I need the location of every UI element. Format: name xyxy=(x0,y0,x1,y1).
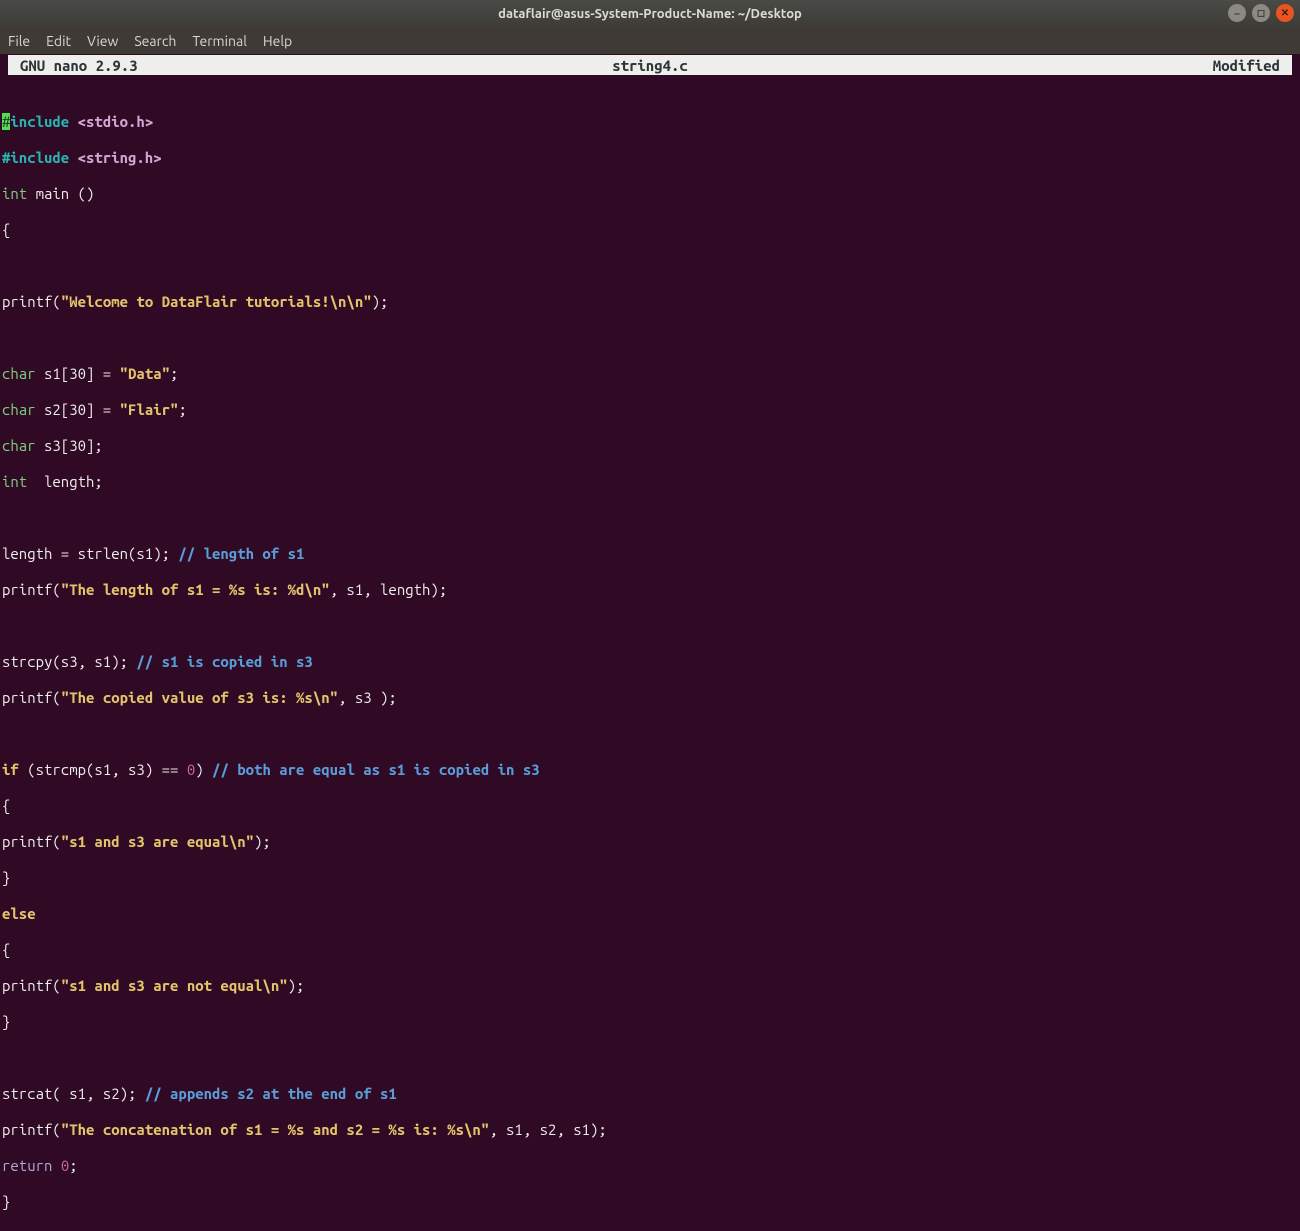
code-line: { xyxy=(2,941,1298,959)
nano-status-bar: GNU nano 2.9.3 string4.c Modified xyxy=(8,55,1292,75)
code-line: printf("The copied value of s3 is: %s\n"… xyxy=(2,689,1298,707)
code-line: } xyxy=(2,1193,1298,1211)
code-line xyxy=(2,617,1298,635)
code-line: length = strlen(s1); // length of s1 xyxy=(2,545,1298,563)
code-line: else xyxy=(2,905,1298,923)
maximize-button[interactable]: ◻ xyxy=(1252,4,1270,22)
minimize-button[interactable]: – xyxy=(1228,4,1246,22)
close-button[interactable]: ✕ xyxy=(1276,4,1294,22)
code-line: printf("s1 and s3 are not equal\n"); xyxy=(2,977,1298,995)
menu-view[interactable]: View xyxy=(87,33,118,49)
code-line: if (strcmp(s1, s3) == 0) // both are equ… xyxy=(2,761,1298,779)
menu-edit[interactable]: Edit xyxy=(46,33,71,49)
code-line: char s2[30] = "Flair"; xyxy=(2,401,1298,419)
code-line: { xyxy=(2,221,1298,239)
code-line xyxy=(2,329,1298,347)
code-line: printf("s1 and s3 are equal\n"); xyxy=(2,833,1298,851)
code-line: return 0; xyxy=(2,1157,1298,1175)
code-line: printf("Welcome to DataFlair tutorials!\… xyxy=(2,293,1298,311)
code-line: printf("The length of s1 = %s is: %d\n",… xyxy=(2,581,1298,599)
code-line xyxy=(2,1049,1298,1067)
code-line: } xyxy=(2,869,1298,887)
code-line: strcpy(s3, s1); // s1 is copied in s3 xyxy=(2,653,1298,671)
code-line: int main () xyxy=(2,185,1298,203)
code-line: int length; xyxy=(2,473,1298,491)
code-line: char s1[30] = "Data"; xyxy=(2,365,1298,383)
code-line: #include <string.h> xyxy=(2,149,1298,167)
code-line xyxy=(2,725,1298,743)
window-controls: – ◻ ✕ xyxy=(1228,4,1294,22)
code-line: } xyxy=(2,1013,1298,1031)
code-line: strcat( s1, s2); // appends s2 at the en… xyxy=(2,1085,1298,1103)
code-line: { xyxy=(2,797,1298,815)
window-titlebar: dataflair@asus-System-Product-Name: ~/De… xyxy=(0,0,1300,28)
code-line: char s3[30]; xyxy=(2,437,1298,455)
menu-help[interactable]: Help xyxy=(263,33,292,49)
editor-area[interactable]: #include <stdio.h> #include <string.h> i… xyxy=(0,75,1300,1231)
menu-search[interactable]: Search xyxy=(134,33,176,49)
code-line: printf("The concatenation of s1 = %s and… xyxy=(2,1121,1298,1139)
code-line: #include <stdio.h> xyxy=(2,95,1298,131)
nano-modified: Modified xyxy=(1213,57,1280,74)
menu-terminal[interactable]: Terminal xyxy=(192,33,247,49)
code-line xyxy=(2,257,1298,275)
window-title: dataflair@asus-System-Product-Name: ~/De… xyxy=(498,7,802,21)
nano-filename: string4.c xyxy=(12,57,1288,74)
code-line xyxy=(2,509,1298,527)
nano-version: GNU nano 2.9.3 xyxy=(20,57,138,74)
menu-bar: File Edit View Search Terminal Help xyxy=(0,28,1300,54)
menu-file[interactable]: File xyxy=(8,33,30,49)
